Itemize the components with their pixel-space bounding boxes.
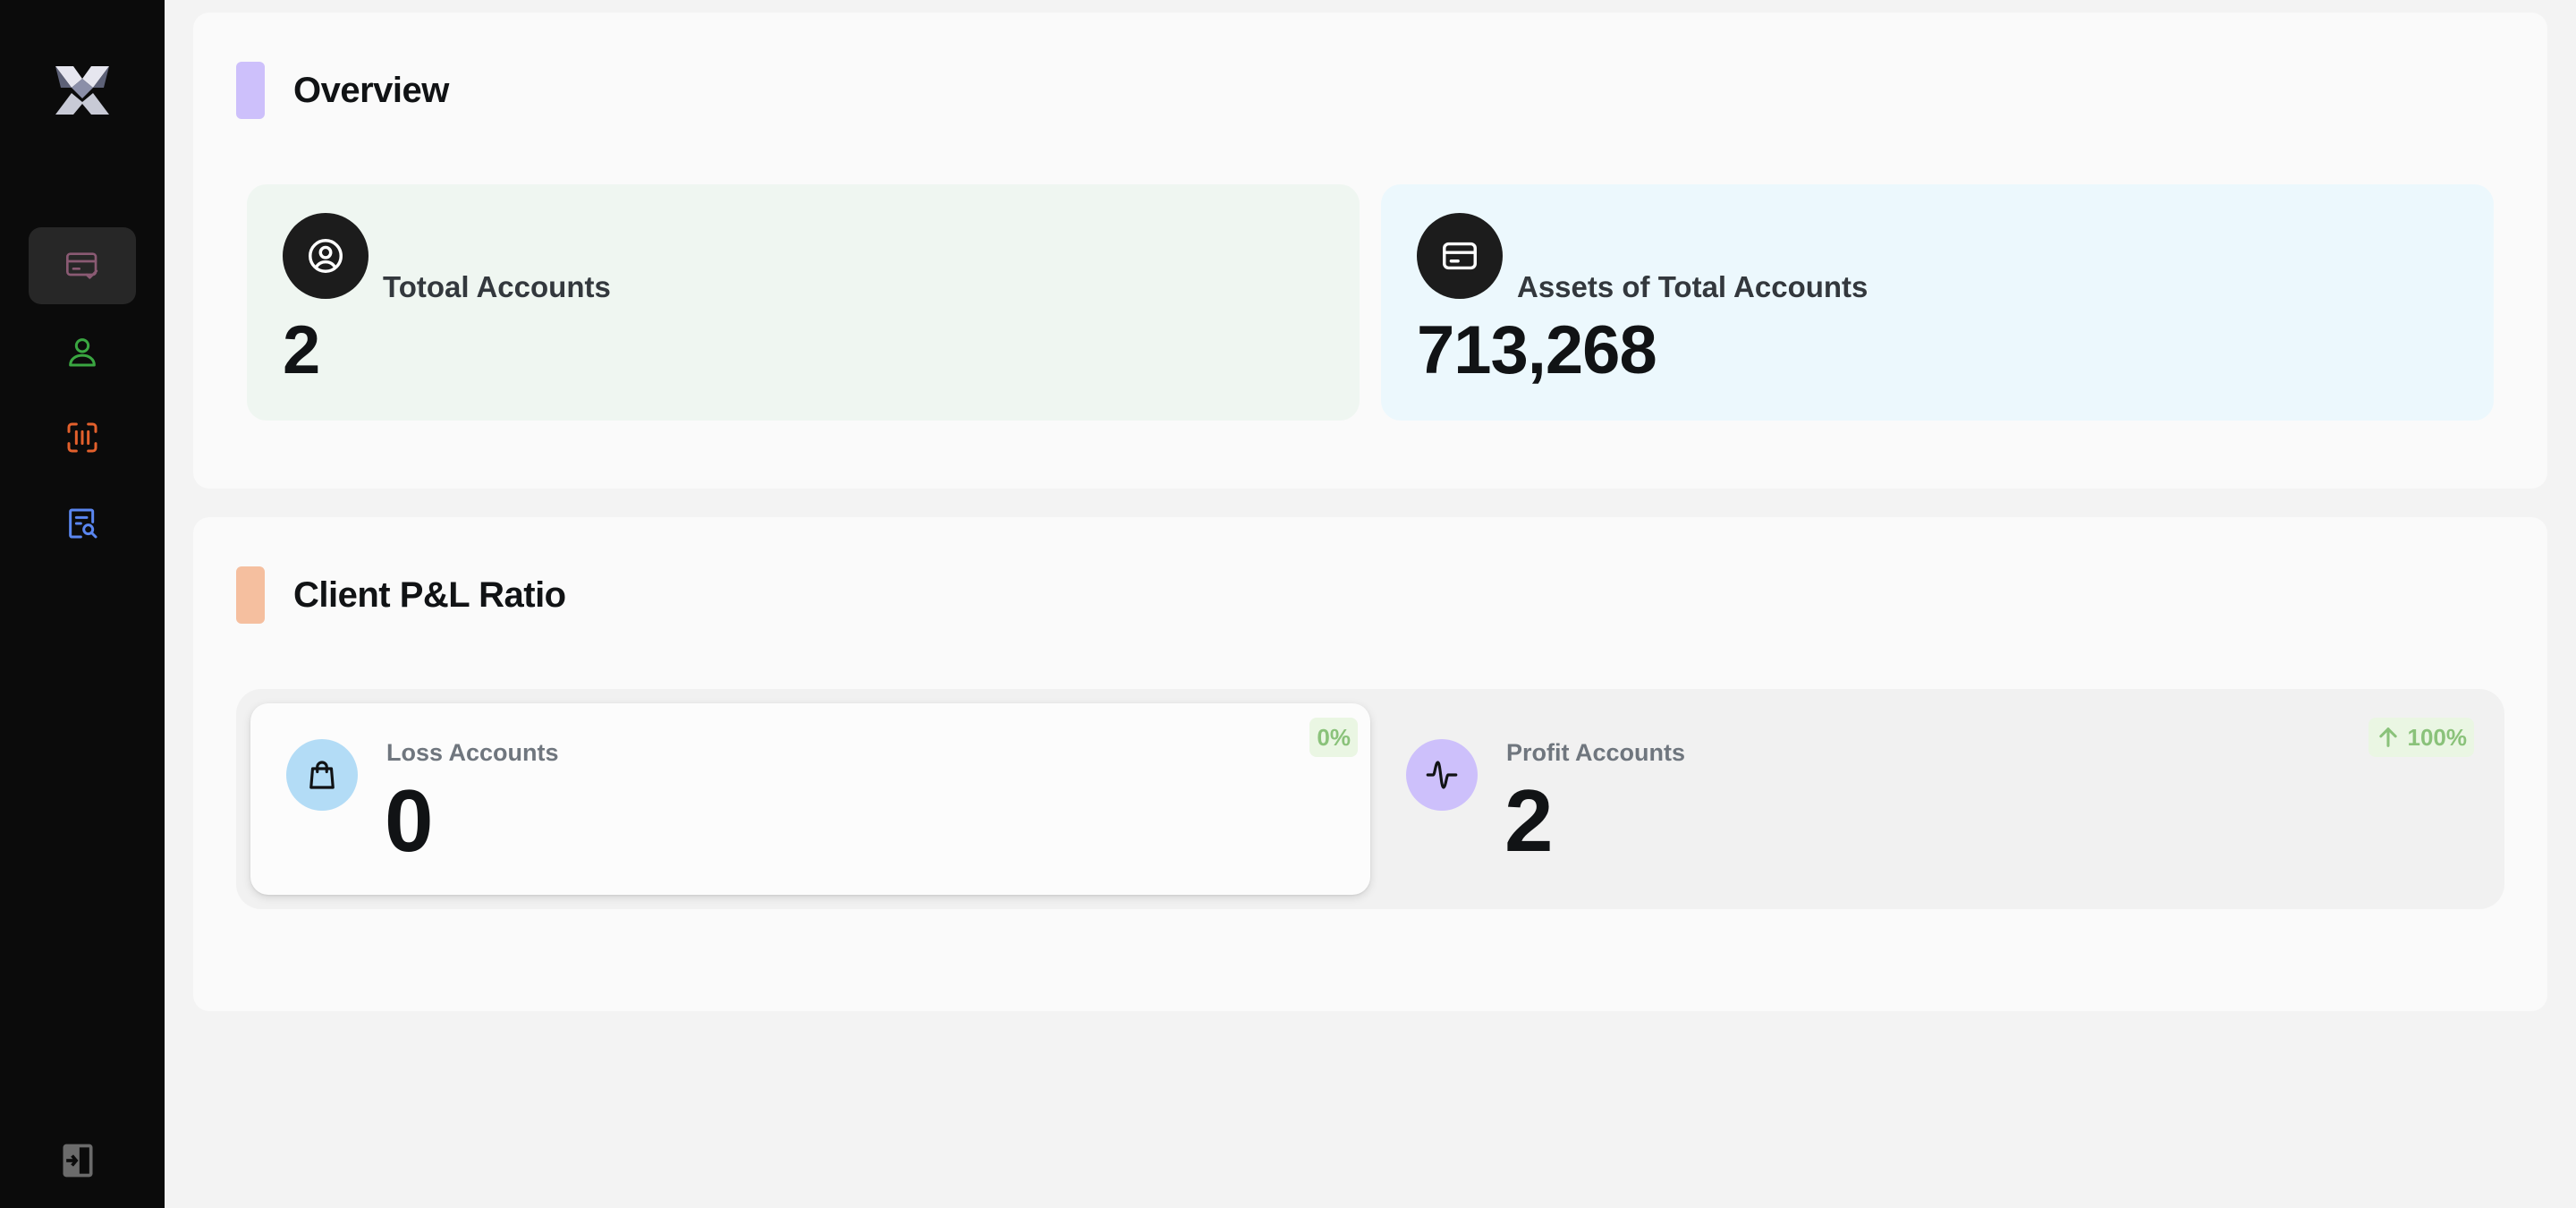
- pl-ratio-toggle: Loss Accounts 0 0% Profit Accounts 2 100…: [236, 689, 2504, 909]
- profit-accounts-label: Profit Accounts: [1506, 739, 1686, 766]
- sidebar-item-users[interactable]: [29, 313, 136, 390]
- overview-panel: Overview Totoal Accounts 2 Assets of Tot…: [193, 13, 2547, 489]
- pl-ratio-panel: Client P&L Ratio Loss Accounts 0 0% Prof: [193, 517, 2547, 1011]
- loss-accounts-value: 0: [385, 771, 434, 870]
- profit-percent-text: 100%: [2407, 723, 2468, 751]
- loss-accounts-label: Loss Accounts: [386, 739, 559, 766]
- credit-card-icon: [1417, 213, 1503, 299]
- total-assets-label: Assets of Total Accounts: [1517, 270, 1868, 303]
- overview-header: Overview: [236, 62, 449, 119]
- loss-accounts-card[interactable]: Loss Accounts 0 0%: [250, 703, 1370, 895]
- loss-percent-text: 0%: [1317, 723, 1351, 751]
- scan-icon: [67, 422, 97, 453]
- pl-ratio-header: Client P&L Ratio: [236, 566, 566, 624]
- sidebar-item-cards[interactable]: [29, 227, 136, 304]
- total-accounts-value: 2: [283, 312, 320, 388]
- total-assets-card[interactable]: Assets of Total Accounts 713,268: [1381, 184, 2494, 421]
- loss-percent-badge: 0%: [1309, 718, 1358, 757]
- profit-accounts-value: 2: [1504, 771, 1554, 870]
- brand-logo-icon[interactable]: [52, 63, 113, 118]
- overview-title: Overview: [293, 70, 449, 110]
- profit-percent-badge: 100%: [2368, 718, 2474, 757]
- section-marker: [236, 566, 265, 624]
- login-button[interactable]: [57, 1140, 98, 1181]
- sidebar: [0, 0, 165, 1208]
- user-icon: [69, 338, 96, 367]
- profit-accounts-card[interactable]: Profit Accounts 2 100%: [1370, 703, 2490, 895]
- total-assets-value: 713,268: [1417, 312, 1657, 388]
- user-circle-icon: [283, 213, 369, 299]
- total-accounts-label: Totoal Accounts: [383, 270, 611, 303]
- activity-icon: [1406, 739, 1478, 811]
- arrow-up-icon: [2378, 727, 2397, 747]
- total-accounts-card[interactable]: Totoal Accounts 2: [247, 184, 1360, 421]
- sidebar-item-scan[interactable]: [29, 399, 136, 476]
- sidebar-item-reports[interactable]: [29, 485, 136, 562]
- section-marker: [236, 62, 265, 119]
- document-search-icon: [69, 508, 97, 539]
- pl-ratio-title: Client P&L Ratio: [293, 574, 566, 615]
- card-check-icon: [66, 252, 98, 279]
- shopping-bag-icon: [286, 739, 358, 811]
- login-icon: [63, 1144, 93, 1178]
